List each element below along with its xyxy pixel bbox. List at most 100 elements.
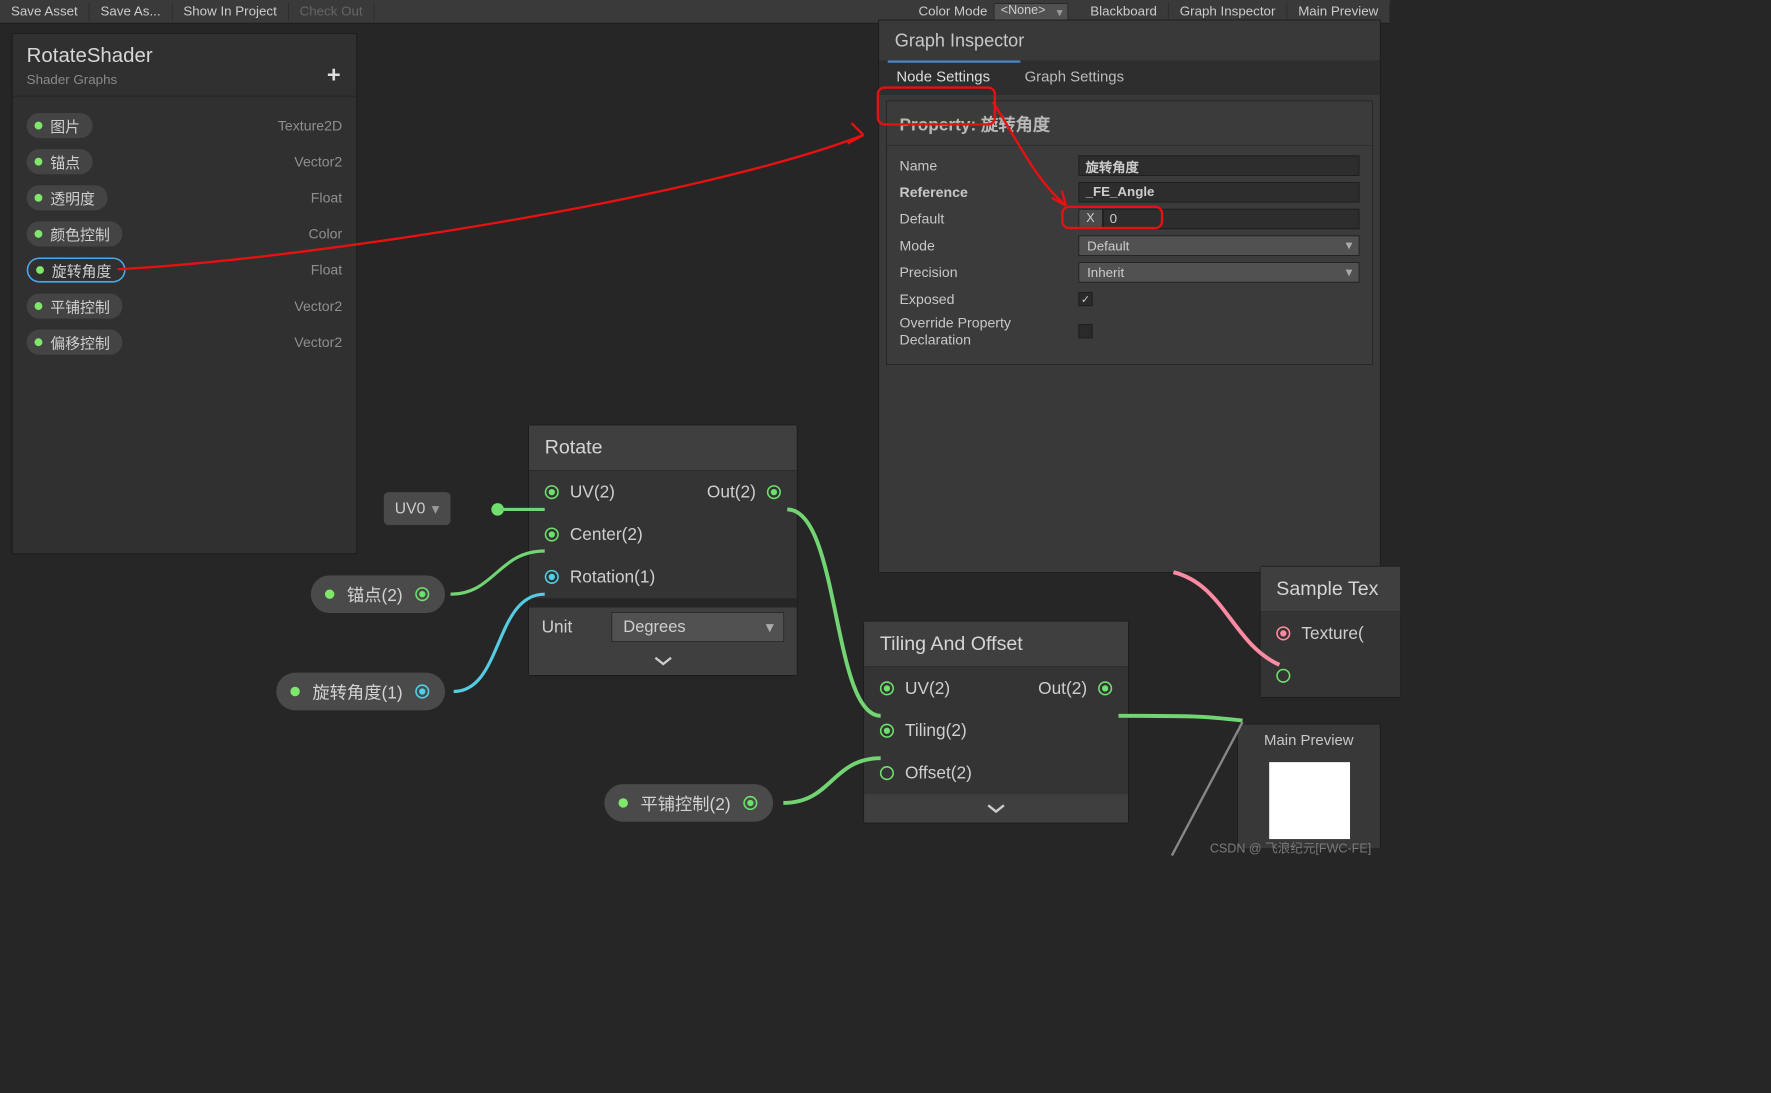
main-preview-panel[interactable]: Main Preview	[1237, 724, 1381, 850]
color-mode-select[interactable]: <None>	[994, 3, 1069, 20]
override-checkbox[interactable]	[1078, 324, 1092, 338]
precision-select[interactable]: Inherit	[1078, 262, 1359, 282]
tiling-uv-port[interactable]	[880, 681, 894, 695]
unit-select[interactable]: Degrees	[612, 612, 785, 642]
rotation-input-port[interactable]	[545, 570, 559, 584]
graph-inspector-panel: Graph Inspector Node Settings Graph Sett…	[878, 20, 1380, 573]
tile-chip[interactable]: 平铺控制(2)	[604, 784, 773, 822]
out-port[interactable]	[767, 485, 781, 499]
check-out-button[interactable]: Check Out	[289, 2, 375, 21]
uv0-chip[interactable]: UV0	[384, 492, 451, 525]
sample-uv-port[interactable]	[1276, 669, 1290, 683]
property-row-0[interactable]: 图片 Texture2D	[27, 108, 343, 144]
anchor-chip-port[interactable]	[415, 587, 429, 601]
tile-chip-port[interactable]	[743, 796, 757, 810]
property-type: Texture2D	[278, 117, 342, 133]
property-name: 图片	[50, 115, 80, 136]
precision-label: Precision	[899, 264, 1078, 280]
save-asset-button[interactable]: Save Asset	[0, 2, 90, 21]
name-field[interactable]	[1078, 155, 1359, 175]
main-preview-button[interactable]: Main Preview	[1287, 2, 1390, 21]
property-pill[interactable]: 颜色控制	[27, 221, 123, 246]
default-field[interactable]	[1103, 209, 1360, 229]
property-name: 透明度	[50, 187, 95, 208]
property-row-4[interactable]: 旋转角度Float	[27, 252, 343, 288]
save-as-button[interactable]: Save As...	[90, 2, 173, 21]
angle-chip-port[interactable]	[415, 684, 429, 698]
inspector-tabs: Node Settings Graph Settings	[879, 60, 1380, 95]
override-label: Override Property Declaration	[899, 314, 1078, 349]
tab-graph-settings[interactable]: Graph Settings	[1007, 60, 1141, 95]
property-type: Vector2	[294, 298, 342, 314]
reference-field[interactable]	[1078, 182, 1359, 202]
property-dot-icon	[35, 122, 43, 130]
property-pill[interactable]: 透明度	[27, 185, 108, 210]
property-dot-icon	[35, 158, 43, 166]
rotate-collapse-button[interactable]	[529, 647, 797, 675]
graph-inspector-button[interactable]: Graph Inspector	[1169, 2, 1287, 21]
unit-row: Unit Degrees	[529, 608, 797, 647]
property-dot-icon	[35, 194, 43, 202]
tiling-node[interactable]: Tiling And Offset UV(2) Out(2) Tiling(2)…	[863, 621, 1128, 824]
property-row-6[interactable]: 偏移控制Vector2	[27, 324, 343, 360]
blackboard-button[interactable]: Blackboard	[1079, 2, 1169, 21]
blackboard-subtitle: Shader Graphs	[27, 72, 343, 88]
angle-chip[interactable]: 旋转角度(1)	[276, 673, 445, 711]
default-x-label: X	[1078, 209, 1102, 229]
default-label: Default	[899, 211, 1078, 227]
exposed-label: Exposed	[899, 291, 1078, 307]
out-label: Out(2)	[707, 482, 756, 502]
tiling-tiling-port[interactable]	[880, 724, 894, 738]
tiling-out-label: Out(2)	[1038, 678, 1087, 698]
tiling-node-title: Tiling And Offset	[864, 622, 1128, 668]
property-pill[interactable]: 偏移控制	[27, 330, 123, 355]
property-row-1[interactable]: 锚点 Vector2	[27, 144, 343, 180]
property-type: Float	[311, 190, 342, 206]
preview-image	[1269, 762, 1350, 839]
property-row-2[interactable]: 透明度 Float	[27, 180, 343, 216]
property-pill[interactable]: 图片	[27, 113, 93, 138]
tiling-out-port[interactable]	[1098, 681, 1112, 695]
property-pill[interactable]: 旋转角度	[27, 257, 126, 282]
tile-chip-label: 平铺控制(2)	[640, 790, 730, 815]
property-pill[interactable]: 平铺控制	[27, 294, 123, 319]
tiling-tiling-label: Tiling(2)	[905, 721, 967, 741]
tiling-offset-label: Offset(2)	[905, 763, 972, 783]
inspector-title: Graph Inspector	[879, 20, 1380, 60]
property-pill[interactable]: 锚点	[27, 149, 93, 174]
add-property-button[interactable]: +	[327, 62, 341, 89]
tiling-collapse-button[interactable]	[864, 794, 1128, 822]
property-dot-icon	[35, 338, 43, 346]
property-name: 颜色控制	[50, 223, 110, 244]
property-row-5[interactable]: 平铺控制 Vector2	[27, 288, 343, 324]
anchor-chip-label: 锚点(2)	[347, 582, 403, 607]
name-label: Name	[899, 157, 1078, 173]
blackboard-title: RotateShader	[27, 43, 343, 67]
uv-input-port[interactable]	[545, 485, 559, 499]
property-row-3[interactable]: 颜色控制Color	[27, 216, 343, 252]
uv-input-label: UV(2)	[570, 482, 615, 502]
mode-select[interactable]: Default	[1078, 235, 1359, 255]
tiling-offset-port[interactable]	[880, 766, 894, 780]
mode-label: Mode	[899, 237, 1078, 253]
sample-node-title: Sample Tex	[1261, 567, 1401, 613]
anchor-chip[interactable]: 锚点(2)	[311, 575, 445, 613]
unit-label: Unit	[542, 617, 573, 637]
property-name: 平铺控制	[50, 296, 110, 317]
property-name: 偏移控制	[50, 332, 110, 353]
property-dot-icon	[35, 302, 43, 310]
property-dot-icon	[36, 266, 44, 274]
uv0-chip-port[interactable]	[491, 503, 504, 516]
exposed-checkbox[interactable]: ✓	[1078, 292, 1092, 306]
sample-texture-node[interactable]: Sample Tex Texture(	[1260, 566, 1401, 698]
sample-tex-label: Texture(	[1301, 623, 1363, 643]
tab-node-settings[interactable]: Node Settings	[879, 60, 1007, 95]
rotate-node[interactable]: Rotate UV(2) Out(2) Center(2) Rotation(1…	[528, 425, 797, 676]
rotate-node-title: Rotate	[529, 425, 797, 471]
show-in-project-button[interactable]: Show In Project	[172, 2, 288, 21]
center-input-port[interactable]	[545, 527, 559, 541]
property-type: Vector2	[294, 153, 342, 169]
rotation-label: Rotation(1)	[570, 567, 655, 587]
sample-tex-port[interactable]	[1276, 626, 1290, 640]
angle-chip-label: 旋转角度(1)	[312, 679, 402, 704]
